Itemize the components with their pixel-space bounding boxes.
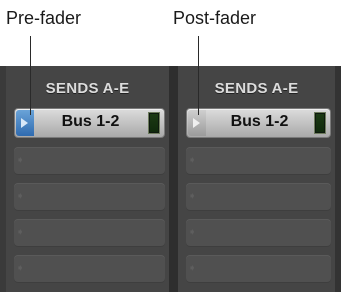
send-meter <box>148 112 160 134</box>
post-fader-callout: Post-fader <box>173 8 257 28</box>
pre-fader-toggle[interactable] <box>16 110 34 136</box>
send-name: Bus 1-2 <box>230 113 289 130</box>
send-slot-d[interactable]: ➧ <box>14 219 165 247</box>
sends-header: SENDS A-E <box>214 80 299 97</box>
send-slot-d[interactable]: ➧ <box>186 219 331 247</box>
send-slot-e[interactable]: ➧ <box>186 255 331 283</box>
arrow-right-icon: ➧ <box>16 263 25 274</box>
pre-fader-callout: Pre-fader <box>6 8 82 28</box>
arrow-right-icon: ➧ <box>188 191 197 202</box>
post-fader-leader-line <box>198 36 199 115</box>
arrow-right-icon: ➧ <box>188 227 197 238</box>
pre-fader-leader-line <box>30 36 31 115</box>
send-slot-c[interactable]: ➧ <box>186 183 331 211</box>
strip-divider <box>169 66 178 292</box>
panel-edge <box>335 66 341 292</box>
arrow-right-icon <box>21 118 28 128</box>
send-name: Bus 1-2 <box>61 113 120 130</box>
send-slot-a[interactable]: Bus 1-2 <box>186 108 331 138</box>
send-slot-a[interactable]: Bus 1-2 <box>14 108 165 138</box>
mixer-sends-panel: SENDS A-E Bus 1-2 ➧ ➧ ➧ ➧ SENDS A-E Bus … <box>0 66 341 292</box>
send-slot-b[interactable]: ➧ <box>14 147 165 175</box>
send-meter <box>314 112 326 134</box>
arrow-right-icon: ➧ <box>16 227 25 238</box>
send-slot-c[interactable]: ➧ <box>14 183 165 211</box>
channel-strip-b: SENDS A-E Bus 1-2 ➧ ➧ ➧ ➧ <box>178 66 335 292</box>
arrow-right-icon <box>193 118 200 128</box>
post-fader-toggle[interactable] <box>188 110 206 136</box>
send-slot-e[interactable]: ➧ <box>14 255 165 283</box>
meter-led <box>316 114 324 132</box>
meter-led <box>150 114 158 132</box>
arrow-right-icon: ➧ <box>16 155 25 166</box>
arrow-right-icon: ➧ <box>16 191 25 202</box>
arrow-right-icon: ➧ <box>188 263 197 274</box>
send-slot-b[interactable]: ➧ <box>186 147 331 175</box>
arrow-right-icon: ➧ <box>188 155 197 166</box>
